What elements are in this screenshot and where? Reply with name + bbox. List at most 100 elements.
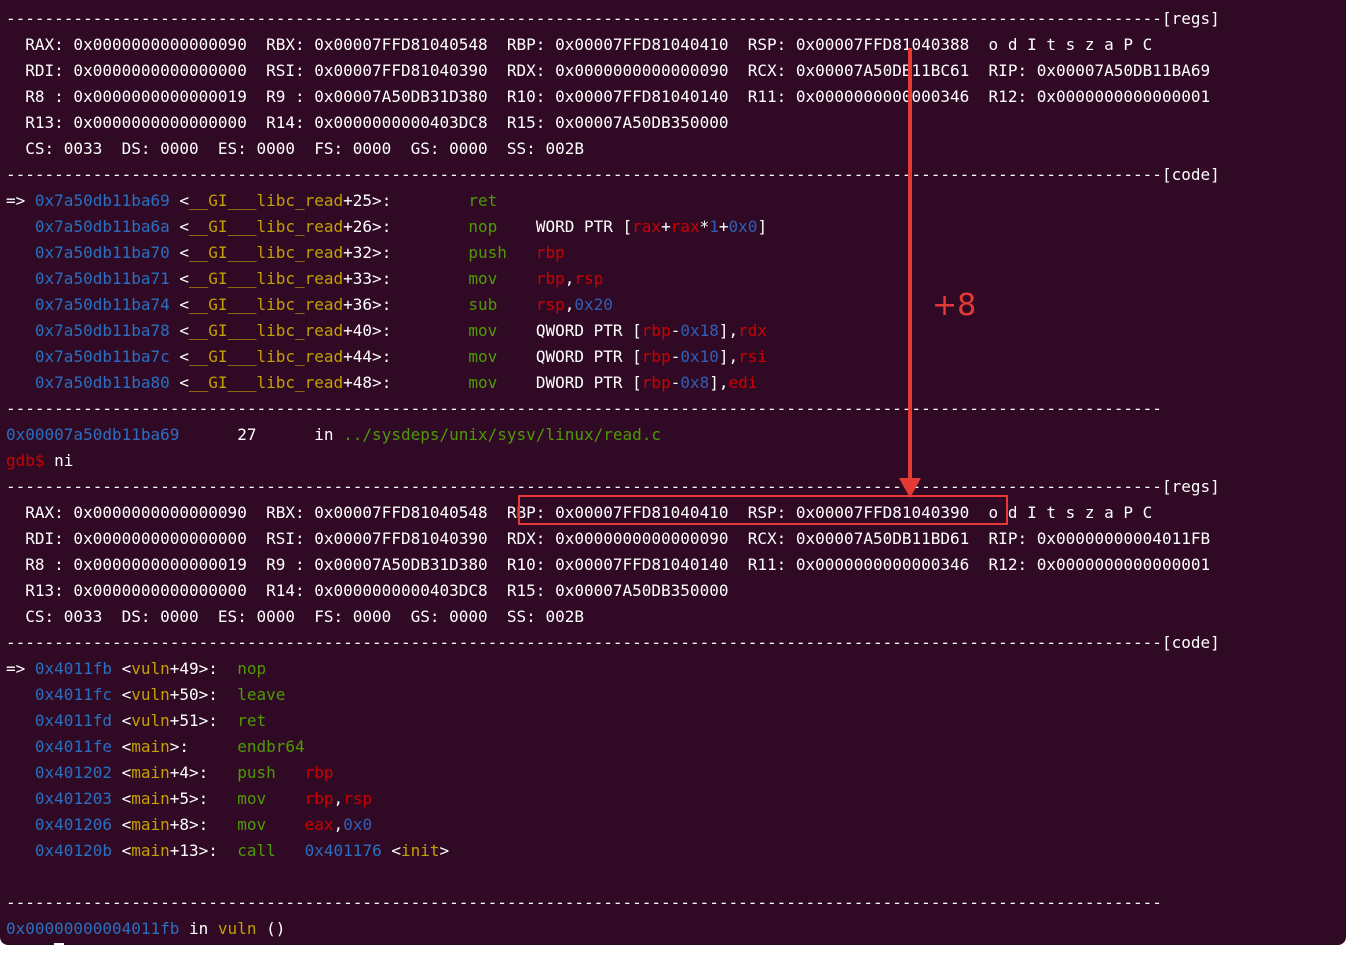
terminal-text: 0x00000000004011fb (6, 919, 180, 938)
terminal-text: rbp (641, 347, 671, 366)
terminal-text: main (131, 763, 170, 782)
terminal-text: rsp (343, 789, 373, 808)
terminal-text: CS: 0033 DS: 0000 ES: 0000 FS: 0000 GS: … (6, 607, 584, 626)
terminal-text: +48>: (343, 373, 469, 392)
terminal-text: 0x0 (343, 815, 373, 834)
terminal-text: rsp (574, 269, 604, 288)
terminal-text: ----------------------------------------… (6, 9, 1220, 28)
terminal-text: edi (728, 373, 758, 392)
terminal-text: * (699, 217, 710, 236)
terminal-text: < (111, 763, 132, 782)
terminal-text: vuln (131, 711, 170, 730)
terminal-text: < (111, 737, 132, 756)
terminal-text: rax (632, 217, 662, 236)
terminal-text: R8 : 0x0000000000000019 R9 : 0x00007A50D… (6, 87, 1211, 106)
terminal-text: < (169, 243, 190, 262)
terminal-text: 0x18 (680, 321, 719, 340)
terminal-text: +4>: (169, 763, 238, 782)
terminal-text: ----------------------------------------… (6, 893, 1162, 912)
terminal-text: +44>: (343, 347, 469, 366)
terminal-text: => (6, 659, 35, 678)
terminal-line: 0x7a50db11ba7c <__GI___libc_read+44>: mo… (6, 344, 1220, 370)
terminal-text: __GI___libc_read (189, 347, 344, 366)
terminal-text: rbp (641, 321, 671, 340)
terminal-text: < (111, 685, 132, 704)
terminal-line: ----------------------------------------… (6, 630, 1220, 656)
terminal-text: init (400, 841, 440, 860)
terminal-text: 0x7a50db11ba7c (34, 347, 170, 366)
terminal-line: 0x7a50db11ba78 <__GI___libc_read+40>: mo… (6, 318, 1220, 344)
terminal-text: ], (718, 321, 739, 340)
terminal-text: R13: 0x0000000000000000 R14: 0x000000000… (6, 581, 729, 600)
terminal-line: 0x00007a50db11ba69 27 in ../sysdeps/unix… (6, 422, 1220, 448)
terminal-text: 0x4011fc (34, 685, 112, 704)
terminal-text: < (111, 659, 132, 678)
terminal-text: RDI: 0x0000000000000000 RSI: 0x00007FFD8… (6, 61, 1211, 80)
terminal-text: rbp (535, 269, 565, 288)
terminal-text: 0x7a50db11ba74 (34, 295, 170, 314)
terminal-text: WORD PTR [ (497, 217, 633, 236)
terminal-text: +40>: (343, 321, 469, 340)
terminal-text: mov (237, 815, 267, 834)
terminal-text: +5>: (169, 789, 238, 808)
terminal-text: rsp (535, 295, 565, 314)
terminal-text: < (169, 373, 190, 392)
terminal-text: 0x7a50db11ba71 (34, 269, 170, 288)
terminal-line: 0x401202 <main+4>: push rbp (6, 760, 1220, 786)
terminal-text: main (131, 815, 170, 834)
terminal-text: endbr64 (237, 737, 305, 756)
terminal-line: 0x7a50db11ba80 <__GI___libc_read+48>: mo… (6, 370, 1220, 396)
terminal-text: < (381, 841, 401, 860)
terminal-text: rbp (535, 243, 565, 262)
terminal-text: __GI___libc_read (189, 295, 344, 314)
terminal-text: - (670, 373, 681, 392)
terminal-text: - (670, 321, 681, 340)
terminal-text: RDI: 0x0000000000000000 RSI: 0x00007FFD8… (6, 529, 1211, 548)
terminal-text: CS: 0033 DS: 0000 ES: 0000 FS: 0000 GS: … (6, 139, 584, 158)
terminal-line: ----------------------------------------… (6, 6, 1220, 32)
terminal-text: > (439, 841, 450, 860)
terminal-line: gdb$ (6, 942, 1220, 945)
terminal-line: ----------------------------------------… (6, 890, 1220, 916)
terminal-line: 0x7a50db11ba71 <__GI___libc_read+33>: mo… (6, 266, 1220, 292)
offset-annotation: +8 (932, 288, 977, 323)
terminal-text: 1 (709, 217, 719, 236)
rbp-rsp-highlight-box (518, 495, 1008, 525)
terminal-text: ../sysdeps/unix/sysv/linux/read.c (343, 425, 662, 444)
terminal-line: 0x4011fd <vuln+51>: ret (6, 708, 1220, 734)
terminal-text: 0x401206 (34, 815, 112, 834)
terminal-text: 0x7a50db11ba70 (34, 243, 170, 262)
terminal-line: 0x7a50db11ba74 <__GI___libc_read+36>: su… (6, 292, 1220, 318)
terminal-line: R13: 0x0000000000000000 R14: 0x000000000… (6, 578, 1220, 604)
terminal-line: R8 : 0x0000000000000019 R9 : 0x00007A50D… (6, 84, 1220, 110)
terminal-text: nop (468, 217, 498, 236)
terminal-text: eax (304, 815, 334, 834)
terminal-text: >: (169, 737, 238, 756)
terminal-text: < (111, 815, 132, 834)
terminal-text: - (670, 347, 681, 366)
terminal-text: +33>: (343, 269, 469, 288)
terminal-text: +25>: (343, 191, 469, 210)
terminal-text: rbp (641, 373, 671, 392)
terminal-line: 0x401203 <main+5>: mov rbp,rsp (6, 786, 1220, 812)
terminal-text: __GI___libc_read (189, 243, 344, 262)
terminal-text: R8 : 0x0000000000000019 R9 : 0x00007A50D… (6, 555, 1211, 574)
terminal-text: __GI___libc_read (189, 373, 344, 392)
terminal-text: main (131, 737, 170, 756)
terminal-text: mov (468, 321, 498, 340)
terminal-text: push (468, 243, 507, 262)
terminal-cursor (54, 943, 65, 945)
terminal-line: CS: 0033 DS: 0000 ES: 0000 FS: 0000 GS: … (6, 136, 1220, 162)
terminal-window[interactable]: ----------------------------------------… (0, 0, 1346, 945)
terminal-text: +49>: (169, 659, 238, 678)
terminal-text: R13: 0x0000000000000000 R14: 0x000000000… (6, 113, 729, 132)
terminal-text: call (237, 841, 276, 860)
terminal-text: ----------------------------------------… (6, 165, 1220, 184)
terminal-text: () (256, 919, 286, 938)
